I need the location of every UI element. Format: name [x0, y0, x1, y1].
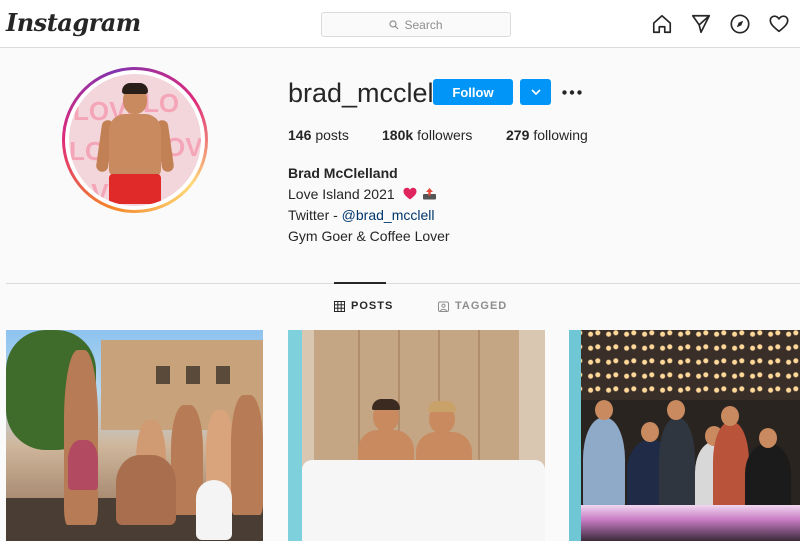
- post-thumbnail-2[interactable]: [288, 330, 545, 541]
- posts-label: posts: [315, 127, 349, 143]
- explore-icon[interactable]: [729, 13, 751, 35]
- bio-line-3: Gym Goer & Coffee Lover: [288, 228, 450, 244]
- search-icon: [389, 19, 399, 29]
- profile-avatar: LOVE LO LOV OVE OVE: [69, 74, 201, 206]
- profile-username: brad_mcclell: [288, 78, 440, 108]
- followers-label: followers: [417, 127, 473, 143]
- following-label: following: [533, 127, 588, 143]
- follow-button[interactable]: Follow: [433, 79, 513, 105]
- red-heart-emoji-icon: [403, 187, 417, 200]
- tagged-person-icon: [438, 301, 449, 312]
- chevron-down-icon: [530, 89, 541, 95]
- tabs-divider: [6, 283, 800, 284]
- posts-stat: 146 posts: [288, 127, 382, 143]
- search-placeholder: Search: [404, 17, 443, 32]
- home-icon[interactable]: [651, 13, 673, 35]
- profile-full-name: Brad McClelland: [288, 165, 398, 181]
- post-thumbnail-1[interactable]: [6, 330, 263, 541]
- nav-icons: [651, 13, 790, 35]
- bio-line-1-text: Love Island 2021: [288, 186, 395, 202]
- bio-twitter-prefix: Twitter -: [288, 207, 342, 223]
- instagram-logo[interactable]: Instagram: [6, 8, 141, 37]
- bio-twitter-handle-link[interactable]: @brad_mcclell: [342, 207, 435, 223]
- followers-count: 180k: [382, 127, 414, 143]
- post-thumbnail-3[interactable]: [569, 330, 800, 541]
- followers-stat[interactable]: 180k followers: [382, 127, 506, 143]
- grid-icon: [334, 300, 345, 312]
- bio-line-1: Love Island 2021: [288, 184, 450, 205]
- activity-heart-icon[interactable]: [768, 13, 790, 35]
- following-count: 279: [506, 127, 530, 143]
- top-nav: Instagram Search: [0, 0, 800, 48]
- suggestions-dropdown-button[interactable]: [520, 79, 551, 105]
- following-stat[interactable]: 279 following: [506, 127, 588, 143]
- profile-stats: 146 posts 180k followers 279 following: [288, 127, 588, 143]
- active-tab-indicator: [334, 282, 386, 284]
- profile-avatar-ring[interactable]: LOVE LO LOV OVE OVE: [62, 67, 208, 213]
- tab-posts[interactable]: POSTS: [334, 300, 393, 312]
- direct-icon[interactable]: [690, 13, 712, 35]
- posts-count: 146: [288, 127, 312, 143]
- tab-posts-label: POSTS: [351, 300, 394, 312]
- tab-tagged[interactable]: TAGGED: [438, 300, 507, 312]
- profile-bio: Brad McClelland Love Island 2021 Twitter…: [288, 163, 450, 247]
- more-options-button[interactable]: [561, 82, 583, 102]
- bio-line-2: Twitter - @brad_mcclell: [288, 205, 450, 226]
- more-dots-icon: [562, 89, 582, 95]
- search-input[interactable]: Search: [321, 12, 511, 37]
- tab-tagged-label: TAGGED: [455, 300, 508, 312]
- outbox-tray-emoji-icon: [423, 188, 437, 200]
